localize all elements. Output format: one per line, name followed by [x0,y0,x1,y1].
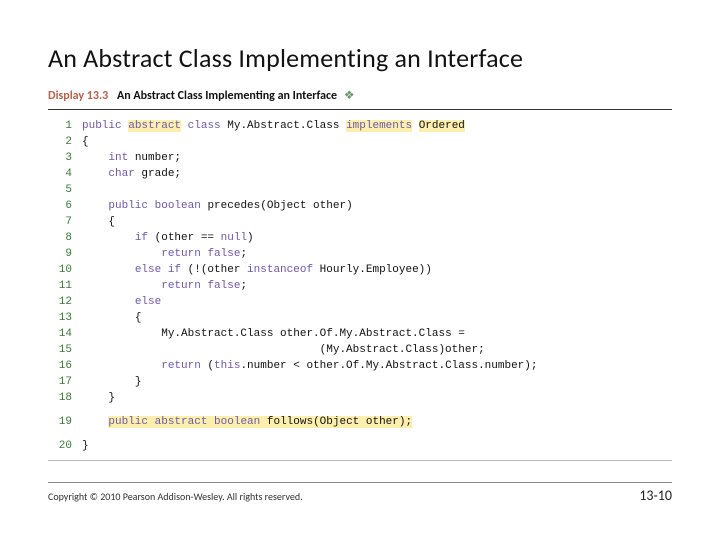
line-number: 2 [48,134,82,150]
rule-bottom [48,460,672,461]
code-text: } [82,374,141,390]
code-text: char grade; [82,166,181,182]
line-number: 14 [48,326,82,342]
code-line: 3 int number; [48,150,672,166]
code-line: 4 char grade; [48,166,672,182]
line-number: 1 [48,118,82,134]
code-line: 13 { [48,310,672,326]
code-line: 12 else [48,294,672,310]
code-text: } [82,390,115,406]
line-number: 17 [48,374,82,390]
code-line: 19 public abstract boolean follows(Objec… [48,414,672,430]
line-number: 5 [48,182,82,198]
code-text: { [82,310,141,326]
display-header: Display 13.3 An Abstract Class Implement… [48,86,672,109]
line-number: 12 [48,294,82,310]
line-number: 19 [48,414,82,430]
code-text: My.Abstract.Class other.Of.My.Abstract.C… [82,326,465,342]
code-line: 11 return false; [48,278,672,294]
line-number: 13 [48,310,82,326]
code-text [82,182,89,198]
code-text: else [82,294,161,310]
line-number: 4 [48,166,82,182]
code-line: 18 } [48,390,672,406]
code-text: return false; [82,278,247,294]
code-text: public abstract boolean follows(Object o… [82,414,412,430]
code-line: 15 (My.Abstract.Class)other; [48,342,672,358]
code-line: 16 return (this.number < other.Of.My.Abs… [48,358,672,374]
code-line: 6 public boolean precedes(Object other) [48,198,672,214]
code-line: 14 My.Abstract.Class other.Of.My.Abstrac… [48,326,672,342]
line-number: 11 [48,278,82,294]
page-number: 13-10 [639,487,672,504]
display-subtitle: An Abstract Class Implementing an Interf… [117,89,337,103]
code-text: public boolean precedes(Object other) [82,198,353,214]
code-text: public abstract class My.Abstract.Class … [82,118,465,134]
code-line: 5 [48,182,672,198]
code-listing: 1public abstract class My.Abstract.Class… [48,110,672,460]
line-number: 15 [48,342,82,358]
code-text: return (this.number < other.Of.My.Abstra… [82,358,538,374]
code-text: { [82,214,115,230]
code-text: } [82,438,89,454]
code-line: 9 return false; [48,246,672,262]
footer-rule [48,482,672,483]
code-line: 1public abstract class My.Abstract.Class… [48,118,672,134]
code-line: 10 else if (!(other instanceof Hourly.Em… [48,262,672,278]
line-number: 7 [48,214,82,230]
line-number: 16 [48,358,82,374]
code-line: 20} [48,438,672,454]
code-line: 2{ [48,134,672,150]
code-line: 8 if (other == null) [48,230,672,246]
line-number: 6 [48,198,82,214]
line-number: 3 [48,150,82,166]
code-text: else if (!(other instanceof Hourly.Emplo… [82,262,432,278]
footer: Copyright © 2010 Pearson Addison-Wesley.… [48,482,672,504]
code-text: { [82,134,89,150]
code-text: int number; [82,150,181,166]
line-number: 8 [48,230,82,246]
code-line: 17 } [48,374,672,390]
copyright-text: Copyright © 2010 Pearson Addison-Wesley.… [48,490,303,503]
line-number: 20 [48,438,82,454]
line-number: 9 [48,246,82,262]
line-number: 18 [48,390,82,406]
code-line: 7 { [48,214,672,230]
line-number: 10 [48,262,82,278]
slide: An Abstract Class Implementing an Interf… [0,0,720,540]
code-text: return false; [82,246,247,262]
diamond-icon: ❖ [344,89,355,103]
code-text: if (other == null) [82,230,254,246]
code-text: (My.Abstract.Class)other; [82,342,485,358]
slide-title: An Abstract Class Implementing an Interf… [48,42,672,74]
display-label: Display 13.3 [48,89,108,103]
